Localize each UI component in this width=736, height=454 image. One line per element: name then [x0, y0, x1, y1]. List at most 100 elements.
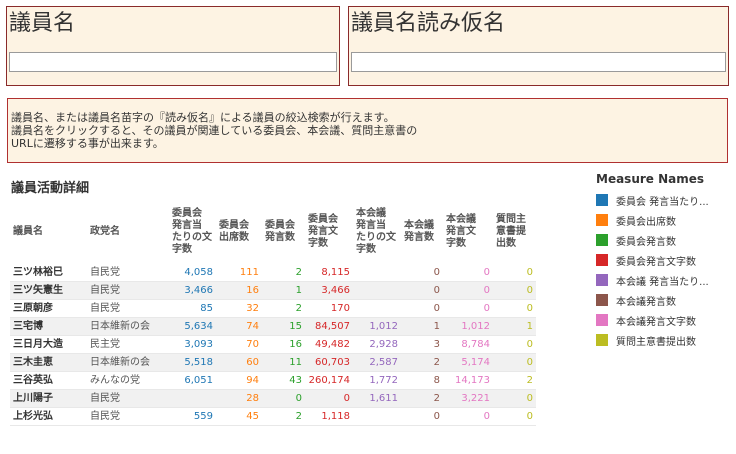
legend-title: Measure Names — [596, 172, 705, 186]
party-cell: 自民党 — [87, 299, 169, 318]
value-cell: 2 — [262, 299, 305, 318]
legend-swatch — [596, 194, 608, 206]
legend-item[interactable]: 本会議発言数 — [596, 290, 736, 310]
column-header[interactable]: 本会議 発言文 字数 — [443, 200, 493, 264]
member-name-link[interactable]: 三日月大造 — [10, 335, 87, 354]
party-cell: 自民党 — [87, 281, 169, 300]
value-cell: 2,587 — [353, 353, 401, 372]
legend-swatch — [596, 334, 608, 346]
value-cell — [169, 389, 216, 408]
member-name-link[interactable]: 三宅博 — [10, 317, 87, 336]
legend-item[interactable]: 委員会発言数 — [596, 230, 736, 250]
column-header[interactable]: 本会議 発言当 たりの文 字数 — [353, 200, 401, 264]
member-name-link[interactable]: 上杉光弘 — [10, 407, 87, 426]
legend-label: 本会議発言文字数 — [616, 316, 696, 328]
value-cell: 0 — [262, 389, 305, 408]
table-row: 三ツ矢憲生 自民党 3,466 16 1 3,466 0 0 0 — [10, 281, 536, 300]
member-name-link[interactable]: 三木圭恵 — [10, 353, 87, 372]
value-cell: 43 — [262, 371, 305, 390]
value-cell: 5,174 — [443, 353, 493, 372]
column-header[interactable]: 議員名 — [10, 200, 87, 264]
value-cell: 5,634 — [169, 317, 216, 336]
value-cell: 2 — [262, 407, 305, 426]
table-row: 三宅博 日本維新の会 5,634 74 15 84,507 1,012 1 1,012 1 — [10, 317, 536, 336]
value-cell: 0 — [443, 407, 493, 426]
table-row: 三谷英弘 みんなの党 6,051 94 43 260,174 1,772 8 14,173 2 — [10, 371, 536, 390]
column-header[interactable]: 本会議 発言数 — [401, 200, 443, 264]
value-cell: 3,466 — [169, 281, 216, 300]
member-name-link[interactable]: 三ツ矢憲生 — [10, 281, 87, 300]
member-name-link[interactable]: 三谷英弘 — [10, 371, 87, 390]
legend-label: 質問主意書提出数 — [616, 336, 696, 348]
legend-swatch — [596, 294, 608, 306]
column-header-label: 発言文 — [308, 226, 338, 237]
table-row: 三日月大造 民主党 3,093 70 16 49,482 2,928 3 8,784 0 — [10, 335, 536, 354]
value-cell: 4,058 — [169, 264, 216, 282]
value-cell: 1,611 — [353, 389, 401, 408]
value-cell: 8 — [401, 371, 443, 390]
value-cell: 0 — [493, 353, 536, 372]
legend-item[interactable]: 質問主意書提出数 — [596, 330, 736, 350]
member-name-link[interactable]: 三ツ林裕巳 — [10, 264, 87, 282]
column-header[interactable]: 委員会 発言数 — [262, 200, 305, 264]
value-cell: 0 — [401, 264, 443, 282]
column-header[interactable]: 委員会 出席数 — [216, 200, 262, 264]
value-cell: 60,703 — [305, 353, 353, 372]
value-cell: 1,772 — [353, 371, 401, 390]
value-cell: 5,518 — [169, 353, 216, 372]
member-name-link[interactable]: 上川陽子 — [10, 389, 87, 408]
column-header[interactable]: 委員会 発言当 たりの文 字数 — [169, 200, 216, 264]
name-search-input[interactable] — [9, 52, 337, 72]
value-cell: 60 — [216, 353, 262, 372]
kana-search-input[interactable] — [351, 52, 726, 72]
kana-filter-title: 議員名読み仮名 — [351, 11, 506, 36]
legend-swatch — [596, 274, 608, 286]
column-header-label: 意書提 — [496, 226, 526, 237]
value-cell: 0 — [401, 407, 443, 426]
value-cell: 70 — [216, 335, 262, 354]
column-header-label: 議員名 — [13, 226, 43, 237]
legend-item[interactable]: 本会議発言文字数 — [596, 310, 736, 330]
column-header-label: 発言文 — [446, 226, 476, 237]
legend-item[interactable]: 本会議 発言当たり... — [596, 270, 736, 290]
value-cell: 2,928 — [353, 335, 401, 354]
value-cell: 1,012 — [353, 317, 401, 336]
value-cell: 111 — [216, 264, 262, 282]
table-row: 上川陽子 自民党 28 0 0 1,611 2 3,221 0 — [10, 389, 536, 408]
legend-label: 委員会発言数 — [616, 236, 676, 248]
value-cell: 2 — [493, 371, 536, 390]
value-cell: 170 — [305, 299, 353, 318]
column-header-label: 委員会 — [172, 208, 202, 219]
legend-label: 本会議発言数 — [616, 296, 676, 308]
legend-item[interactable]: 委員会出席数 — [596, 210, 736, 230]
info-line: URLに遷移する事が出来ます。 — [11, 137, 164, 150]
value-cell: 2 — [401, 353, 443, 372]
column-header-label: 委員会 — [308, 214, 338, 225]
value-cell: 0 — [493, 264, 536, 282]
party-cell: みんなの党 — [87, 371, 169, 390]
value-cell: 1,118 — [305, 407, 353, 426]
value-cell: 94 — [216, 371, 262, 390]
value-cell: 0 — [493, 281, 536, 300]
column-header-label: 字数 — [308, 238, 328, 249]
value-cell: 84,507 — [305, 317, 353, 336]
table-row: 三木圭恵 日本維新の会 5,518 60 11 60,703 2,587 2 5,174 0 — [10, 353, 536, 372]
column-header[interactable]: 政党名 — [87, 200, 169, 264]
party-cell: 日本維新の会 — [87, 353, 169, 372]
legend-swatch — [596, 214, 608, 226]
legend-item[interactable]: 委員会 発言当たり... — [596, 190, 736, 210]
value-cell: 0 — [401, 299, 443, 318]
value-cell: 14,173 — [443, 371, 493, 390]
legend-item[interactable]: 委員会発言文字数 — [596, 250, 736, 270]
value-cell — [353, 264, 401, 282]
value-cell: 0 — [493, 389, 536, 408]
value-cell: 11 — [262, 353, 305, 372]
value-cell: 3 — [401, 335, 443, 354]
table-row: 上杉光弘 自民党 559 45 2 1,118 0 0 0 — [10, 407, 536, 426]
value-cell: 49,482 — [305, 335, 353, 354]
value-cell: 3,466 — [305, 281, 353, 300]
value-cell: 45 — [216, 407, 262, 426]
column-header[interactable]: 質問主 意書提 出数 — [493, 200, 536, 264]
member-name-link[interactable]: 三原朝彦 — [10, 299, 87, 318]
column-header[interactable]: 委員会 発言文 字数 — [305, 200, 353, 264]
